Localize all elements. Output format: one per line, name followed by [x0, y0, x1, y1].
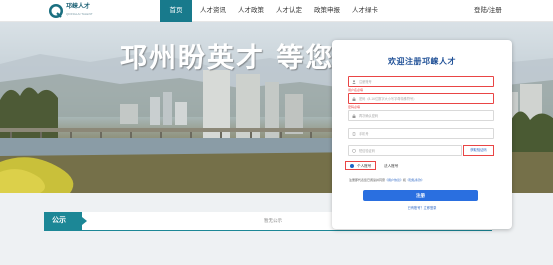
logo-text: 邛崃人才: [66, 4, 91, 10]
corporate-account-label: 法人账号: [384, 163, 399, 168]
get-code-button[interactable]: 获取验证码: [463, 145, 494, 156]
user-agreement-link[interactable]: 《用户协议》: [385, 178, 403, 182]
password-input[interactable]: [349, 94, 493, 103]
top-header: 邛崃人才 QIONGLAI TALENT 首页 人才资讯 人才政策 人才认定 政…: [0, 0, 553, 22]
sms-code-field[interactable]: [348, 145, 462, 156]
notice-label: 公示: [44, 212, 82, 230]
notice-empty-text: 暂无公示: [264, 218, 282, 223]
logo-subtext: QIONGLAI TALENT: [66, 12, 93, 16]
nav-talent-green-card[interactable]: 人才绿卡: [346, 0, 384, 22]
confirm-password-input[interactable]: [349, 111, 493, 120]
login-now-link[interactable]: 已有账号？立即登录: [332, 206, 512, 210]
register-button[interactable]: 注册: [363, 190, 478, 201]
login-register-link[interactable]: 登陆/注册: [474, 0, 502, 22]
hero-slogan: 邛州盼英才 等您: [120, 43, 335, 74]
register-title: 欢迎注册邛崃人才: [388, 57, 456, 66]
password-error: 密码必填: [348, 104, 361, 109]
nav-policy-application[interactable]: 政策申报: [308, 0, 346, 22]
nav-talent-certification[interactable]: 人才认定: [270, 0, 308, 22]
nav-home[interactable]: 首页: [160, 0, 192, 22]
sms-code-input[interactable]: [349, 146, 461, 155]
notice-divider: [44, 230, 492, 231]
personal-account-label: 个人账号: [357, 164, 372, 168]
main-nav: 首页 人才资讯 人才政策 人才认定 政策申报 人才绿卡: [160, 0, 384, 22]
radio-selected-icon: [350, 164, 354, 168]
password-field[interactable]: [348, 93, 494, 104]
username-input[interactable]: [349, 77, 493, 86]
username-field[interactable]: [348, 76, 494, 87]
nav-talent-news[interactable]: 人才资讯: [194, 0, 232, 22]
corporate-account-option[interactable]: 法人账号: [379, 161, 409, 170]
logo-icon[interactable]: [48, 3, 64, 19]
nav-talent-policy[interactable]: 人才政策: [232, 0, 270, 22]
notice-arrow-icon: [82, 217, 87, 225]
agreement-text: 注册即代表您已阅读并同意《用户协议》和《隐私条款》: [349, 179, 424, 182]
username-error: 用户名必填: [348, 87, 364, 92]
personal-account-option[interactable]: 个人账号: [345, 161, 376, 170]
agreement-prefix: 注册即代表您已阅读并同意: [349, 178, 386, 182]
confirm-password-field[interactable]: [348, 110, 494, 121]
phone-input[interactable]: [349, 129, 493, 138]
phone-field[interactable]: [348, 128, 494, 139]
privacy-policy-link[interactable]: 《隐私条款》: [406, 178, 424, 182]
